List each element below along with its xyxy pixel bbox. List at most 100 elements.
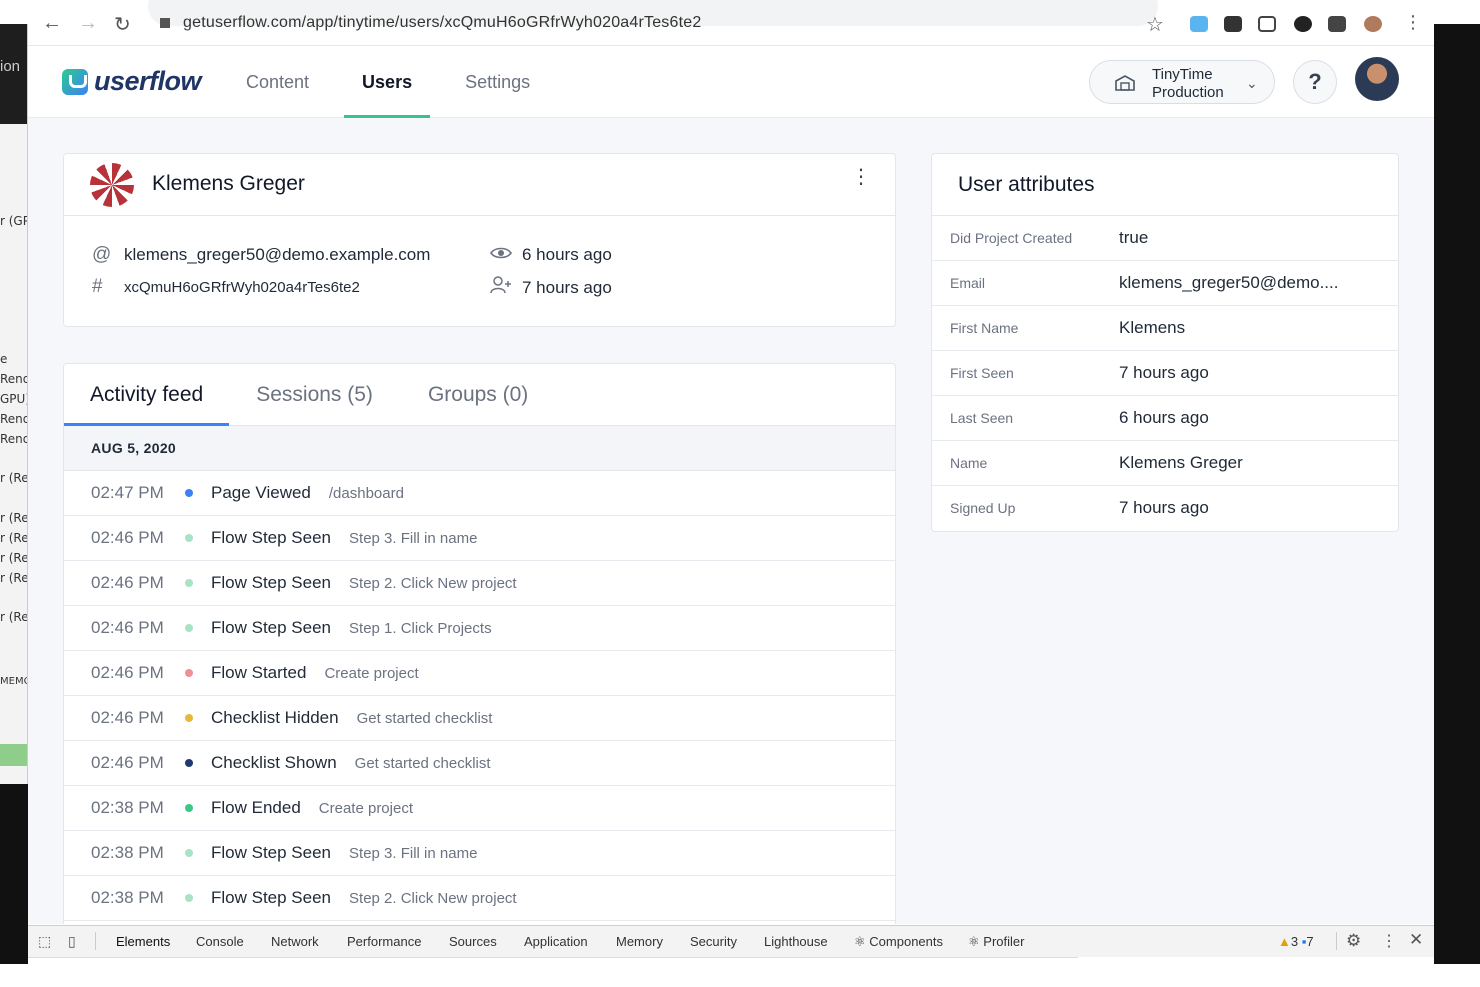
attribute-value: 7 hours ago <box>1119 498 1209 517</box>
event-name: Flow Step Seen <box>211 573 332 592</box>
devtools-tab-lighthouse[interactable]: Lighthouse <box>764 934 828 949</box>
event-dot <box>185 669 193 677</box>
event-dot <box>185 534 193 542</box>
extension-icon[interactable] <box>1224 16 1242 32</box>
message-count: 7 <box>1306 934 1314 949</box>
event-detail: Create project <box>324 664 419 682</box>
devtools-tab-performance[interactable]: Performance <box>347 934 421 949</box>
gear-icon[interactable]: ⚙ <box>1346 931 1361 951</box>
attribute-value: Klemens Greger <box>1119 453 1243 472</box>
side-line: r (Re <box>0 610 28 624</box>
event-row[interactable]: 02:46 PM Flow Step Seen Step 2. Click New … <box>64 561 895 606</box>
event-dot <box>185 624 193 632</box>
extension-icon[interactable] <box>1258 16 1276 32</box>
environment-name: Production <box>1152 84 1224 101</box>
issue-counts[interactable]: ▲3 ▪7 <box>1278 934 1314 949</box>
devtools-tab-network[interactable]: Network <box>271 934 319 949</box>
attribute-key: Did Project Created <box>950 230 1073 246</box>
profile-icon[interactable] <box>1364 16 1382 32</box>
event-row[interactable]: 02:38 PM Flow Ended Create project <box>64 786 895 831</box>
event-row[interactable]: 02:46 PM Checklist Shown Get started check… <box>64 741 895 786</box>
window-edge <box>1434 24 1480 964</box>
devtools-tab-sources[interactable]: Sources <box>449 934 497 949</box>
puzzle-icon[interactable] <box>1328 16 1346 32</box>
devtools-tab-profiler[interactable]: ⚛ Profiler <box>968 934 1024 950</box>
attribute-key: First Name <box>950 320 1019 336</box>
devtools-tab-application[interactable]: Application <box>524 934 588 949</box>
devtools-tab-memory[interactable]: Memory <box>616 934 663 949</box>
more-icon[interactable]: ⋮ <box>1381 931 1397 951</box>
event-name: Checklist Shown <box>211 753 337 772</box>
event-row[interactable]: 02:47 PM Page Viewed/dashboard <box>64 471 895 516</box>
user-id-row: # xcQmuH6oGRfrWyh020a4rTes6te2 <box>92 276 360 298</box>
activity-tabs: Activity feed Sessions (5) Groups (0) <box>64 364 895 426</box>
close-icon[interactable]: ✕ <box>1409 930 1423 950</box>
event-dot <box>185 849 193 857</box>
devtools-side-panel: ion r (GP e Rend GPU) Rend Rend r (Re r … <box>0 24 28 784</box>
side-line: r (Re <box>0 571 28 585</box>
event-time: 02:46 PM <box>91 528 164 547</box>
forward-icon[interactable]: → <box>78 12 98 35</box>
attributes-title: User attributes <box>932 154 1398 216</box>
signed-up-row: 7 hours ago <box>490 276 612 300</box>
devtools-tab-elements[interactable]: Elements <box>101 934 185 959</box>
attribute-value: 7 hours ago <box>1119 363 1209 382</box>
extension-icon[interactable] <box>1294 16 1312 32</box>
device-toggle-icon[interactable]: ▯ <box>68 933 76 950</box>
signed-up-value: 7 hours ago <box>522 278 612 297</box>
event-time: 02:46 PM <box>91 753 164 772</box>
event-row[interactable]: 02:38 PM Flow Step Seen Step 2. Click New … <box>64 876 895 921</box>
nav-users[interactable]: Users <box>344 46 431 118</box>
user-summary-card: Klemens Greger ⋮ @ klemens_greger50@demo… <box>63 153 896 327</box>
event-detail: Step 3. Fill in name <box>349 529 478 547</box>
attribute-key: Signed Up <box>950 500 1016 516</box>
event-dot <box>185 579 193 587</box>
at-icon: @ <box>92 244 112 265</box>
bookmark-star-icon[interactable]: ☆ <box>1146 12 1164 37</box>
event-time: 02:46 PM <box>91 663 164 682</box>
devtools-tab-components[interactable]: ⚛ Components <box>854 934 943 950</box>
devtools-tab-console[interactable]: Console <box>196 934 244 949</box>
tab-groups[interactable]: Groups (0) <box>402 364 554 425</box>
side-line: e <box>0 352 8 366</box>
side-panel-top-text: ion <box>0 58 21 75</box>
user-email-row: @ klemens_greger50@demo.example.com <box>92 244 430 266</box>
event-detail: /dashboard <box>328 484 404 502</box>
reload-icon[interactable]: ↻ <box>114 12 131 37</box>
attribute-row: Email klemens_greger50@demo.... <box>932 261 1398 306</box>
event-name: Page Viewed <box>211 483 311 502</box>
more-options-icon[interactable]: ⋮ <box>851 167 871 187</box>
inspect-element-icon[interactable]: ⬚ <box>38 933 51 950</box>
event-detail: Step 3. Fill in name <box>349 844 478 862</box>
event-row[interactable]: 02:46 PM Flow Step Seen Step 1. Click Proj… <box>64 606 895 651</box>
extension-icon[interactable] <box>1190 16 1208 32</box>
help-button[interactable]: ? <box>1293 60 1337 104</box>
nav-settings[interactable]: Settings <box>447 46 548 118</box>
logo-text: userflow <box>94 66 202 96</box>
event-detail: Create project <box>318 799 413 817</box>
devtools-tab-security[interactable]: Security <box>690 934 737 949</box>
tab-sessions[interactable]: Sessions (5) <box>230 364 399 425</box>
activity-card: Activity feed Sessions (5) Groups (0) AU… <box>63 363 896 924</box>
divider <box>95 932 96 950</box>
side-line: r (Re <box>0 531 28 545</box>
attribute-row: Name Klemens Greger <box>932 441 1398 486</box>
account-avatar[interactable] <box>1355 57 1399 101</box>
menu-dots-icon[interactable]: ⋮ <box>1404 12 1422 33</box>
attribute-value: klemens_greger50@demo.... <box>1119 273 1339 292</box>
attribute-row: Last Seen 6 hours ago <box>932 396 1398 441</box>
event-dot <box>185 759 193 767</box>
logo[interactable]: userflow <box>62 66 202 97</box>
back-icon[interactable]: ← <box>42 12 62 35</box>
url-text[interactable]: getuserflow.com/app/tinytime/users/xcQmu… <box>183 14 701 32</box>
nav-content[interactable]: Content <box>228 46 327 118</box>
environment-switcher[interactable]: TinyTime Production ⌄ <box>1089 60 1275 104</box>
event-row[interactable]: 02:38 PM Flow Step Seen Step 3. Fill in na… <box>64 831 895 876</box>
event-row[interactable]: 02:46 PM Checklist Hidden Get started chec… <box>64 696 895 741</box>
event-row[interactable]: 02:46 PM Flow Step Seen Step 3. Fill in na… <box>64 516 895 561</box>
tab-activity-feed[interactable]: Activity feed <box>64 364 230 426</box>
event-row[interactable]: 02:46 PM Flow Started Create project <box>64 651 895 696</box>
event-detail: Step 2. Click New project <box>349 574 517 592</box>
chevron-down-icon: ⌄ <box>1246 75 1258 91</box>
event-time: 02:47 PM <box>91 483 164 502</box>
